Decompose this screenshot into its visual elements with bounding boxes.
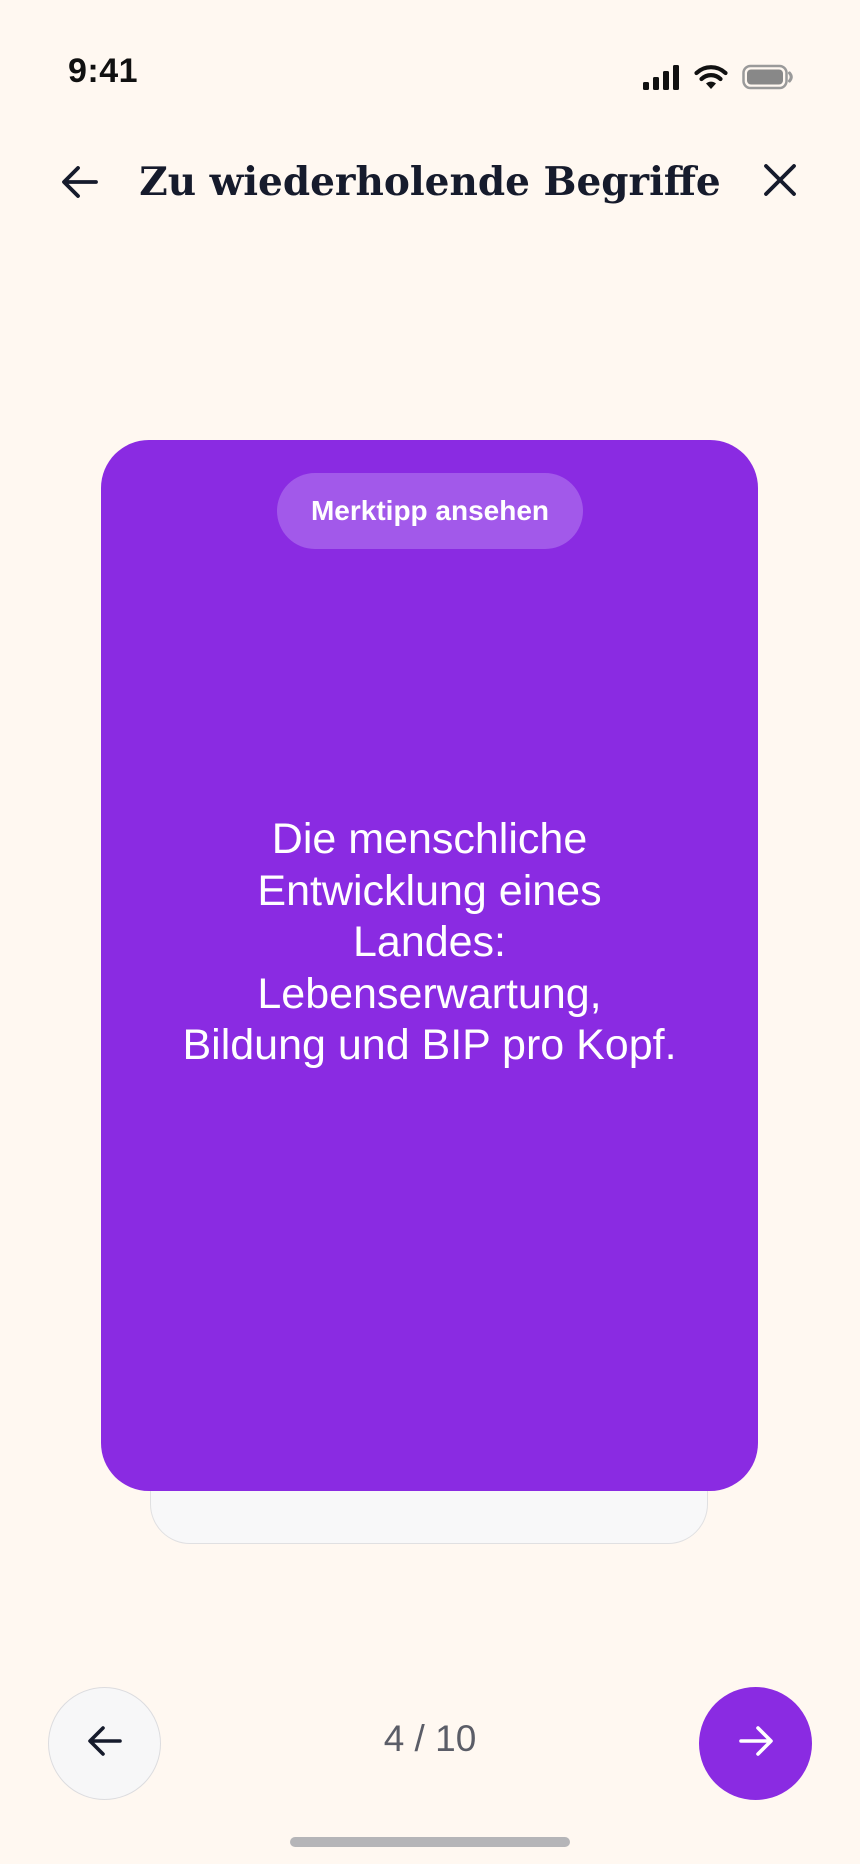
close-icon (763, 163, 797, 202)
card-counter: 4 / 10 (383, 1718, 477, 1759)
previous-card-button[interactable] (48, 1687, 161, 1800)
status-time: 9:41 (68, 52, 139, 90)
wifi-icon (694, 64, 728, 95)
back-button[interactable] (48, 152, 112, 216)
show-hint-button[interactable]: Merktipp ansehen (277, 473, 583, 549)
battery-icon (742, 64, 794, 95)
arrow-left-icon (86, 1724, 124, 1763)
next-card-button[interactable] (699, 1687, 812, 1800)
flashcard[interactable]: Merktipp ansehen Die menschliche Entwick… (101, 440, 758, 1491)
flashcard-text: Die menschliche Entwicklung eines Landes… (182, 815, 677, 1069)
close-button[interactable] (748, 150, 812, 214)
page-title: Zu wiederholende Begriffe (139, 159, 721, 205)
cellular-signal-icon (642, 64, 680, 95)
arrow-right-icon (737, 1724, 775, 1763)
arrow-left-icon (60, 164, 100, 205)
status-icons (642, 64, 794, 95)
status-bar: 9:41 (0, 0, 860, 150)
home-indicator (290, 1837, 570, 1847)
